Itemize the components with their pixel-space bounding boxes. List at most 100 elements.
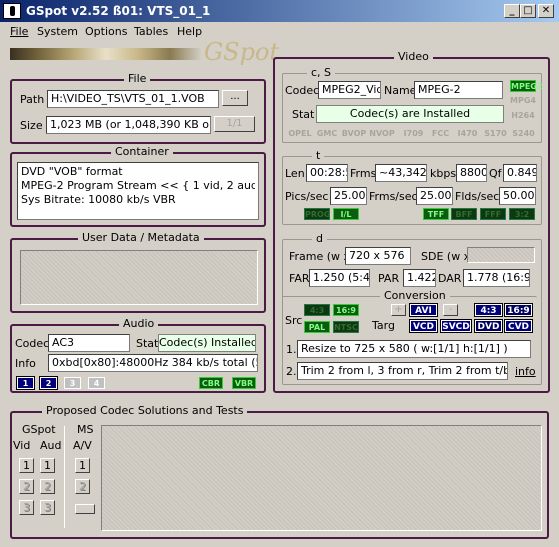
conversion-line1-number: 1.	[286, 343, 297, 356]
audio-codec-field: AC3	[48, 334, 130, 352]
video-stat-label: Stat	[292, 108, 315, 121]
flag-i709: I709	[403, 129, 424, 138]
target-16-9-button[interactable]: 16:9	[504, 303, 533, 317]
frame-field: 720 x 576	[345, 247, 411, 265]
video-codec-label: Codec	[285, 84, 320, 97]
userdata-box	[20, 250, 258, 305]
pics-field: 25.000	[330, 187, 367, 205]
menu-bar: File System Options Tables Help	[0, 22, 559, 42]
file-group	[10, 79, 266, 144]
proposed-results-box	[101, 425, 542, 531]
close-button[interactable]: ✕	[538, 4, 554, 18]
target-4-3-button[interactable]: 4:3	[474, 303, 503, 317]
container-info-box: DVD "VOB" format MPEG-2 Program Stream <…	[17, 162, 259, 220]
gspot-aud-2-button[interactable]: 2	[40, 479, 55, 494]
audio-stream-3-button[interactable]: 3	[64, 377, 81, 389]
gspot-label: GSpot	[22, 423, 56, 436]
window-title: GSpot v2.52 ß01: VTS_01_1	[26, 4, 211, 18]
dar-label: DAR	[438, 272, 462, 285]
flag-nvop: NVOP	[369, 129, 395, 138]
far-label: FAR	[289, 272, 310, 285]
par-label: PAR	[378, 272, 400, 285]
userdata-group-title: User Data / Metadata	[78, 231, 204, 244]
pics-label: Pics/sec	[285, 190, 329, 203]
container-line: DVD "VOB" format	[21, 165, 123, 178]
timing-subgroup-title: t	[312, 149, 325, 162]
container-group-title: Container	[111, 145, 173, 158]
flag-opel: OPEL	[288, 129, 312, 138]
par-field: 1.422	[403, 269, 436, 287]
pulldown-indicator: 3:2	[509, 208, 535, 220]
dimensions-subgroup-title: d	[312, 232, 327, 245]
video-name-field: MPEG-2	[414, 81, 503, 99]
audio-stat-field: Codec(s) Installed	[158, 334, 256, 352]
src-4-3-indicator: 4:3	[304, 304, 330, 316]
flds-label: Flds/sec	[455, 190, 500, 203]
target-cvd-button[interactable]: CVD	[504, 319, 533, 333]
browse-button[interactable]: ...	[222, 90, 248, 106]
qf-label: Qf	[489, 167, 502, 180]
menu-file[interactable]: File	[10, 25, 28, 38]
frmssec-field: 25.000	[416, 187, 453, 205]
proposed-group-title: Proposed Codec Solutions and Tests	[42, 404, 248, 417]
audio-stream-2-button[interactable]: 2	[39, 376, 58, 390]
target-vcd-button[interactable]: VCD	[409, 319, 438, 333]
src-16-9-indicator: 16:9	[333, 304, 359, 316]
tff-indicator: TFF	[423, 208, 449, 220]
conversion-minus-button[interactable]: -	[443, 304, 458, 316]
mpg4-indicator: MPG4	[510, 96, 536, 105]
audio-group-title: Audio	[119, 317, 159, 330]
src-ntsc-indicator: NTSC	[333, 321, 359, 333]
title-bar: GSpot v2.52 ß01: VTS_01_1 _ □ ✕	[0, 0, 559, 22]
avi-button[interactable]: AVI	[409, 303, 438, 317]
audio-codec-label: Codec	[15, 337, 50, 350]
len-label: Len	[285, 167, 305, 180]
minimize-button[interactable]: _	[504, 4, 520, 18]
maximize-button[interactable]: □	[520, 4, 536, 18]
vid-label: Vid	[13, 439, 31, 452]
flag-s240: S240	[512, 129, 535, 138]
far-field: 1.250 (5:4)	[309, 269, 370, 287]
menu-help[interactable]: Help	[177, 25, 202, 38]
flag-gmc: GMC	[316, 129, 338, 138]
frms-label: Frms	[350, 167, 377, 180]
prog-indicator: PROG	[304, 208, 331, 220]
target-dvd-button[interactable]: DVD	[474, 319, 503, 333]
flag-i470: I470	[457, 129, 478, 138]
ms-av-2-button[interactable]: 2	[75, 479, 90, 494]
conversion-info-link[interactable]: info	[515, 365, 536, 378]
flag-fcc: FCC	[431, 129, 450, 138]
app-icon	[3, 3, 21, 19]
video-group-title: Video	[394, 50, 433, 63]
bff-indicator: BFF	[451, 208, 477, 220]
menu-system[interactable]: System	[37, 25, 78, 38]
menu-tables[interactable]: Tables	[134, 25, 168, 38]
av-label: A/V	[73, 439, 92, 452]
conversion-line2-number: 2.	[286, 365, 297, 378]
path-field[interactable]: H:\VIDEO_TS\VTS_01_1.VOB	[47, 90, 219, 108]
audio-stream-1-button[interactable]: 1	[16, 376, 35, 390]
proposed-divider	[64, 426, 65, 528]
gspot-aud-1-button[interactable]: 1	[40, 458, 55, 473]
frms-field: ~43,342	[375, 164, 427, 182]
ms-av-blank-button[interactable]	[75, 504, 95, 514]
path-label: Path	[20, 93, 45, 106]
menu-options[interactable]: Options	[85, 25, 127, 38]
ms-av-1-button[interactable]: 1	[75, 458, 90, 473]
file-group-title: File	[124, 72, 151, 85]
conversion-plus-button[interactable]: +	[391, 304, 406, 316]
audio-vbr-indicator: VBR	[232, 377, 256, 389]
conversion-title: Conversion	[380, 289, 450, 302]
gspot-aud-3-button[interactable]: 3	[40, 500, 55, 515]
container-line: MPEG-2 Program Stream << { 1 vid, 2 aud,…	[21, 179, 255, 192]
gspot-vid-3-button[interactable]: 3	[19, 500, 34, 515]
ms-label: MS	[77, 423, 94, 436]
audio-stream-4-button[interactable]: 4	[88, 377, 105, 389]
target-svcd-button[interactable]: SVCD	[440, 319, 472, 333]
codec-subgroup-title: c, S	[307, 66, 336, 79]
gspot-vid-1-button[interactable]: 1	[19, 458, 34, 473]
gspot-vid-2-button[interactable]: 2	[19, 479, 34, 494]
flag-bvop: BVOP	[341, 129, 367, 138]
conversion-line2-field: Trim 2 from l, 3 from r, Trim 2 from t/b…	[297, 362, 508, 380]
page-button[interactable]: 1/1	[214, 116, 255, 132]
